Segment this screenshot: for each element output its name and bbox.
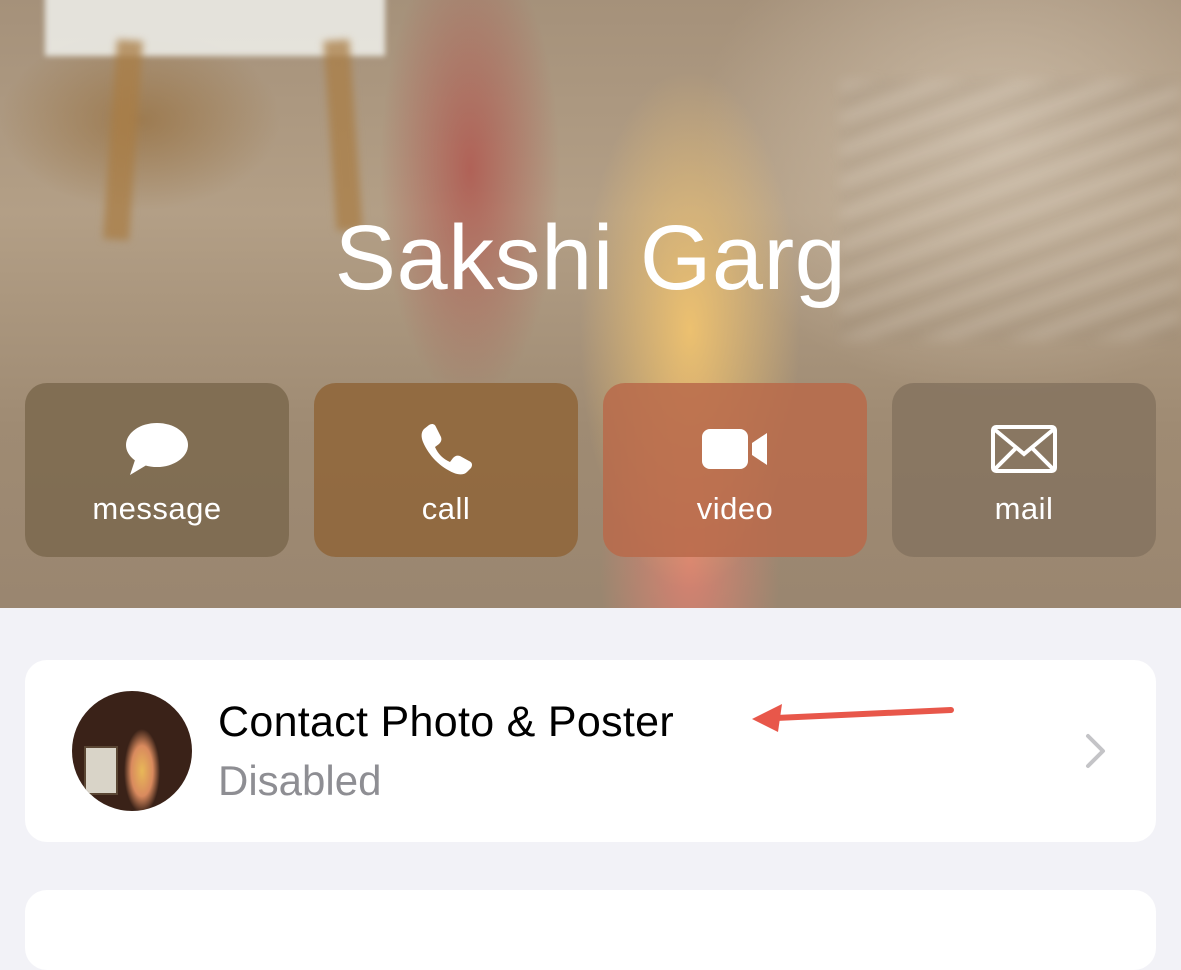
message-label: message xyxy=(92,491,222,526)
chevron-right-icon xyxy=(1083,733,1109,774)
video-camera-icon xyxy=(603,419,867,479)
call-button[interactable]: call xyxy=(314,383,578,557)
next-section-card xyxy=(25,890,1156,970)
contact-photo-poster-title: Contact Photo & Poster xyxy=(218,698,674,746)
contact-photo-poster-row[interactable]: Contact Photo & Poster Disabled xyxy=(25,660,1156,842)
background-easel-leg xyxy=(323,39,363,231)
message-button[interactable]: message xyxy=(25,383,289,557)
avatar-background-board xyxy=(84,746,118,795)
arrow-left-icon xyxy=(748,696,958,745)
contact-details: Contact Photo & Poster Disabled xyxy=(0,608,1181,970)
contact-name: Sakshi Garg xyxy=(334,207,847,309)
mail-button[interactable]: mail xyxy=(892,383,1156,557)
call-label: call xyxy=(421,491,471,526)
contact-avatar xyxy=(72,691,192,811)
contact-poster-header: Sakshi Garg message call video mail xyxy=(0,0,1181,608)
quick-actions: message call video mail xyxy=(25,383,1156,557)
phone-icon xyxy=(314,419,578,479)
message-bubble-icon xyxy=(25,419,289,479)
video-button[interactable]: video xyxy=(603,383,867,557)
mail-label: mail xyxy=(994,491,1054,526)
envelope-icon xyxy=(892,419,1156,479)
video-label: video xyxy=(696,491,774,526)
contact-photo-poster-status: Disabled xyxy=(218,757,382,804)
